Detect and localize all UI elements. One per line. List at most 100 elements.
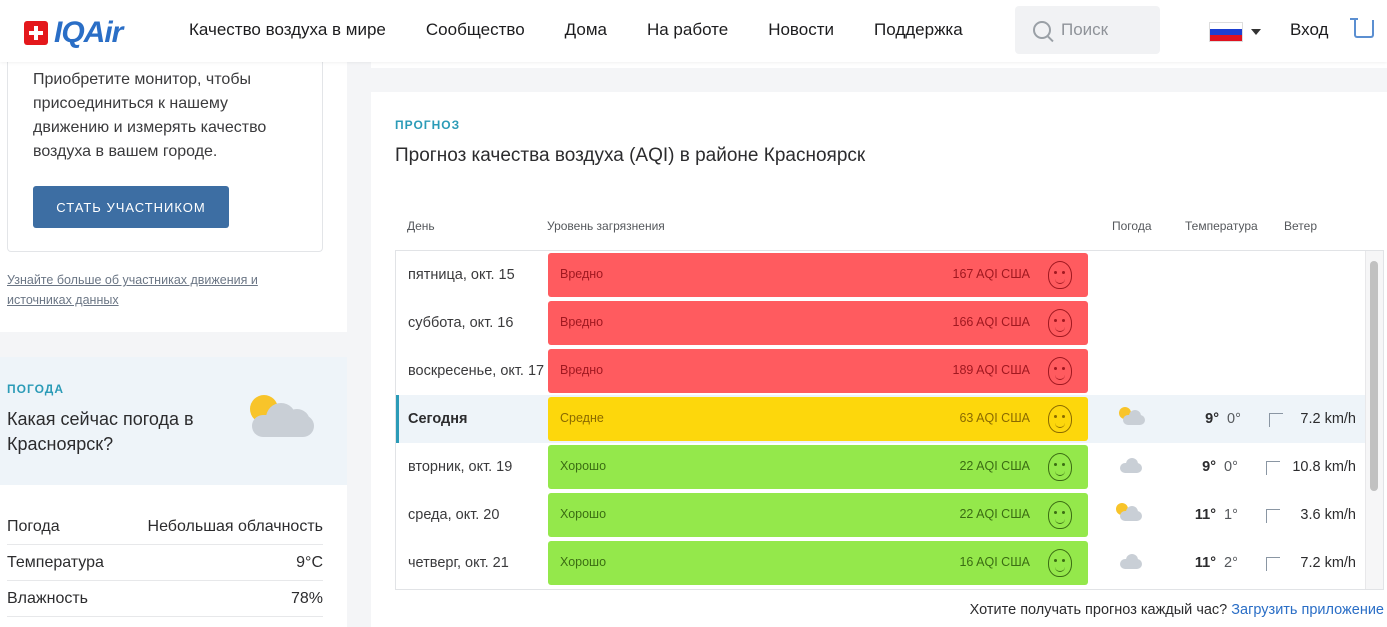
- language-selector[interactable]: [1209, 22, 1261, 42]
- weather-row: Температура 9°C: [7, 545, 323, 581]
- search-input[interactable]: Поиск: [1015, 6, 1160, 54]
- wind-speed: 7.2 km/h: [1300, 411, 1356, 427]
- aqi-face-icon: [1048, 453, 1072, 481]
- scrollbar[interactable]: [1365, 251, 1383, 589]
- weather-row: Погода Небольшая облачность: [7, 509, 323, 545]
- temp-max: 9°: [1202, 459, 1216, 475]
- wind-speed: 7.2 km/h: [1300, 555, 1356, 571]
- nav-community[interactable]: Сообщество: [426, 20, 525, 40]
- aqi-value: 167 AQI США: [952, 267, 1030, 281]
- aqi-face-icon: [1048, 549, 1072, 577]
- wind-speed: 10.8 km/h: [1292, 459, 1356, 475]
- temp-min: 0°: [1224, 459, 1238, 475]
- aqi-bar: Средне 63 AQI США: [548, 397, 1088, 441]
- forecast-row[interactable]: среда, окт. 20 Хорошо 22 AQI США 11° 1° 3.6 k…: [396, 491, 1366, 539]
- forecast-card: ПРОГНОЗ Прогноз качества воздуха (AQI) в…: [371, 92, 1387, 627]
- cloud-icon: [252, 401, 314, 437]
- aqi-level: Средне: [560, 411, 604, 425]
- aqi-value: 16 AQI США: [959, 555, 1030, 569]
- forecast-row[interactable]: четверг, окт. 21 Хорошо 16 AQI США 11° 2° 7.2…: [396, 539, 1366, 587]
- forecast-row[interactable]: пятница, окт. 15 Вредно 167 AQI США: [396, 251, 1366, 299]
- column-wind: Ветер: [1284, 219, 1317, 233]
- forecast-day: воскресенье, окт. 17: [408, 363, 545, 379]
- aqi-bar: Вредно 167 AQI США: [548, 253, 1088, 297]
- scrollbar-thumb[interactable]: [1370, 261, 1378, 491]
- logo-text: IQAir: [54, 16, 123, 49]
- wind-direction-icon: [1266, 461, 1280, 475]
- aqi-face-icon: [1048, 261, 1072, 289]
- forecast-row[interactable]: воскресенье, окт. 17 Вредно 189 AQI США: [396, 347, 1366, 395]
- aqi-level: Вредно: [560, 315, 604, 329]
- partly-cloudy-icon: [1116, 503, 1144, 525]
- search-icon: [1033, 21, 1051, 39]
- forecast-day: среда, окт. 20: [408, 507, 500, 523]
- forecast-day: четверг, окт. 21: [408, 555, 509, 571]
- temp-min: 2°: [1224, 555, 1238, 571]
- forecast-kicker: ПРОГНОЗ: [395, 118, 461, 132]
- aqi-level: Хорошо: [560, 555, 607, 569]
- aqi-bar: [548, 589, 1088, 590]
- aqi-value: 63 AQI США: [959, 411, 1030, 425]
- swiss-flag-icon: [24, 21, 48, 45]
- column-weather: Погода: [1112, 219, 1152, 233]
- weather-row-value: Небольшая облачность: [147, 517, 323, 535]
- forecast-day: вторник, окт. 19: [408, 459, 513, 475]
- partly-cloudy-icon: [1119, 407, 1147, 429]
- join-text: Приобретите монитор, чтобы присоединитьс…: [33, 71, 267, 160]
- russia-flag-icon: [1209, 22, 1243, 42]
- forecast-row-partial: [396, 587, 1366, 590]
- forecast-table[interactable]: пятница, окт. 15 Вредно 167 AQI США суббота…: [395, 250, 1384, 590]
- iqair-logo[interactable]: IQAir: [24, 16, 123, 50]
- forecast-row[interactable]: Сегодня Средне 63 AQI США 9° 0° 7.2 km/h: [396, 395, 1366, 443]
- weather-row-label: Влажность: [7, 589, 89, 607]
- column-temperature: Температура: [1185, 219, 1258, 233]
- footer-note: Хотите получать прогноз каждый час? Загр…: [970, 602, 1384, 618]
- login-link[interactable]: Вход: [1290, 20, 1328, 40]
- aqi-value: 22 AQI США: [959, 459, 1030, 473]
- top-strip: [371, 62, 1387, 68]
- weather-kicker: ПОГОДА: [7, 382, 64, 396]
- nav-support[interactable]: Поддержка: [874, 20, 963, 40]
- wind-direction-icon: [1269, 413, 1283, 427]
- cloud-icon: [1116, 551, 1144, 573]
- download-app-link[interactable]: Загрузить приложение: [1231, 602, 1384, 618]
- footer-text: Хотите получать прогноз каждый час?: [969, 602, 1228, 618]
- forecast-row[interactable]: суббота, окт. 16 Вредно 166 AQI США: [396, 299, 1366, 347]
- nav-world-air-quality[interactable]: Качество воздуха в мире: [189, 20, 386, 40]
- top-header: IQAir Качество воздуха в мире Сообщество…: [0, 0, 1387, 62]
- temp-min: 1°: [1224, 507, 1238, 523]
- weather-details: Погода Небольшая облачность Температура …: [0, 485, 347, 627]
- forecast-day: суббота, окт. 16: [408, 315, 514, 331]
- forecast-day: пятница, окт. 15: [408, 267, 515, 283]
- aqi-value: 189 AQI США: [952, 363, 1030, 377]
- aqi-value: 166 AQI США: [952, 315, 1030, 329]
- chevron-down-icon: [1251, 29, 1261, 35]
- aqi-face-icon: [1048, 405, 1072, 433]
- temp-max: 11°: [1194, 507, 1216, 523]
- nav-news[interactable]: Новости: [768, 20, 834, 40]
- weather-row-label: Температура: [7, 553, 104, 571]
- learn-more-link[interactable]: Узнайте больше об участниках движения и …: [7, 270, 307, 310]
- wind-direction-icon: [1266, 557, 1280, 571]
- aqi-bar: Хорошо 16 AQI США: [548, 541, 1088, 585]
- cart-icon[interactable]: [1350, 18, 1374, 38]
- aqi-value: 22 AQI США: [959, 507, 1030, 521]
- nav-home[interactable]: Дома: [565, 20, 607, 40]
- column-day: День: [407, 219, 435, 233]
- aqi-bar: Хорошо 22 AQI США: [548, 493, 1088, 537]
- aqi-bar: Вредно 189 AQI США: [548, 349, 1088, 393]
- join-card: Приобретите монитор, чтобы присоединитьс…: [0, 62, 347, 332]
- temp-max: 9°: [1205, 411, 1219, 427]
- aqi-level: Хорошо: [560, 459, 607, 473]
- become-member-button[interactable]: СТАТЬ УЧАСТНИКОМ: [33, 186, 229, 228]
- cloud-icon: [1116, 455, 1144, 477]
- aqi-face-icon: [1048, 357, 1072, 385]
- forecast-row[interactable]: вторник, окт. 19 Хорошо 22 AQI США 9° 0° 10.8…: [396, 443, 1366, 491]
- aqi-level: Вредно: [560, 363, 604, 377]
- main-nav: Качество воздуха в мире Сообщество Дома …: [189, 20, 963, 40]
- forecast-day: Сегодня: [408, 411, 468, 427]
- aqi-level: Хорошо: [560, 507, 607, 521]
- wind-direction-icon: [1266, 509, 1280, 523]
- wind-speed: 3.6 km/h: [1300, 507, 1356, 523]
- nav-work[interactable]: На работе: [647, 20, 728, 40]
